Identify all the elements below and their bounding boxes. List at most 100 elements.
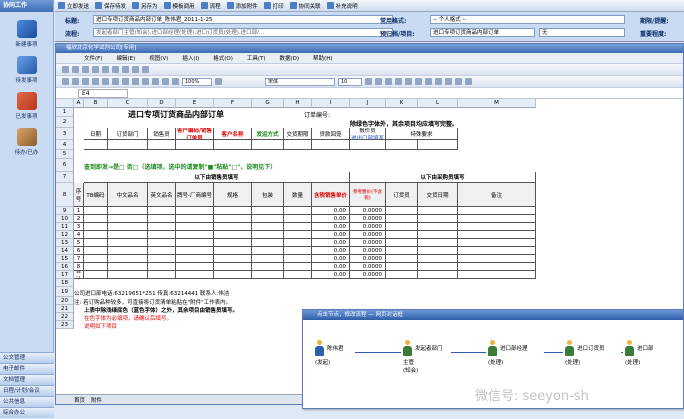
data-cell[interactable] — [386, 255, 418, 263]
data-cell[interactable] — [284, 255, 312, 263]
row-header[interactable]: 13 — [56, 239, 74, 247]
send-now-button[interactable]: 立即发送 — [58, 2, 89, 10]
data-cell[interactable] — [386, 271, 418, 279]
data-cell[interactable] — [284, 215, 312, 223]
data-cell[interactable] — [148, 239, 176, 247]
data-cell[interactable]: 0.0000 — [350, 207, 386, 215]
data-cell[interactable] — [386, 247, 418, 255]
data-cell[interactable] — [84, 239, 108, 247]
sort-icon[interactable] — [162, 78, 169, 85]
data-cell[interactable] — [148, 255, 176, 263]
input-cell[interactable] — [252, 140, 284, 150]
data-cell[interactable] — [108, 239, 148, 247]
data-cell[interactable] — [176, 239, 214, 247]
nav-bottom-item[interactable]: 公文管理 — [0, 352, 54, 363]
spell-icon[interactable] — [112, 78, 119, 85]
percent-icon[interactable] — [435, 78, 442, 85]
nav-item-sent[interactable]: 已发事项 — [0, 92, 53, 120]
paste-icon[interactable] — [142, 78, 149, 85]
supplement-button[interactable]: 补充说明 — [326, 2, 358, 10]
underline-icon[interactable] — [385, 78, 392, 85]
column-header[interactable]: J — [350, 99, 386, 108]
input-cell[interactable] — [148, 140, 176, 150]
data-cell[interactable] — [108, 223, 148, 231]
data-cell[interactable]: 0.0000 — [350, 239, 386, 247]
nav-item-todo[interactable]: 待办/已办 — [0, 128, 53, 156]
workflow-node[interactable]: 进口订货员 (处理) — [565, 340, 605, 366]
row-header[interactable]: 9 — [56, 207, 74, 215]
data-cell[interactable] — [84, 247, 108, 255]
data-cell[interactable] — [458, 271, 536, 279]
menu-file[interactable]: 文件(F) — [84, 54, 102, 62]
data-cell[interactable] — [214, 223, 252, 231]
data-cell[interactable] — [176, 207, 214, 215]
data-cell[interactable]: 0.00 — [312, 223, 350, 231]
template-button[interactable]: 模板调用 — [163, 2, 195, 10]
row-header[interactable]: 14 — [56, 247, 74, 255]
row-header[interactable]: 16 — [56, 263, 74, 271]
redo-icon[interactable] — [142, 66, 149, 73]
save-draft-button[interactable]: 保存待发 — [95, 2, 126, 10]
row-header[interactable]: 5 — [56, 150, 74, 159]
row-header[interactable]: 22 — [56, 313, 74, 321]
data-cell[interactable] — [84, 223, 108, 231]
data-cell[interactable] — [418, 255, 458, 263]
data-cell[interactable]: 0.0000 — [350, 215, 386, 223]
row-header[interactable]: 15 — [56, 255, 74, 263]
workflow-node[interactable]: 发起者部门 主管 (知会) — [403, 340, 443, 374]
fill-color-icon[interactable] — [455, 78, 462, 85]
copy-icon[interactable] — [112, 66, 119, 73]
data-cell[interactable] — [214, 239, 252, 247]
workflow-node[interactable]: 进口部经理 (处理) — [488, 340, 528, 366]
data-cell[interactable] — [418, 271, 458, 279]
data-cell[interactable] — [284, 207, 312, 215]
attach-button[interactable]: 添加附件 — [226, 2, 258, 10]
row-header[interactable]: 17 — [56, 271, 74, 279]
data-cell[interactable] — [84, 215, 108, 223]
chart-icon[interactable] — [172, 78, 179, 85]
row-header[interactable]: 7 — [56, 172, 74, 183]
column-header[interactable]: A — [74, 99, 84, 108]
data-cell[interactable] — [252, 271, 284, 279]
menu-help[interactable]: 帮助(H) — [313, 54, 332, 62]
column-header[interactable]: B — [84, 99, 108, 108]
input-cell[interactable] — [84, 140, 108, 150]
data-cell[interactable] — [148, 271, 176, 279]
data-cell[interactable] — [284, 271, 312, 279]
data-cell[interactable]: 0.0000 — [350, 223, 386, 231]
size-select[interactable]: 10 — [338, 77, 362, 86]
row-header[interactable]: 4 — [56, 140, 74, 150]
data-cell[interactable] — [458, 263, 536, 271]
data-cell[interactable]: 0.0000 — [350, 263, 386, 271]
menu-tools[interactable]: 工具(T) — [247, 54, 266, 62]
data-cell[interactable] — [284, 247, 312, 255]
row-header[interactable]: 20 — [56, 297, 74, 305]
data-cell[interactable] — [458, 231, 536, 239]
data-cell[interactable] — [84, 271, 108, 279]
name-box[interactable]: E4 — [78, 88, 128, 98]
data-cell[interactable] — [84, 207, 108, 215]
data-cell[interactable] — [148, 263, 176, 271]
menu-format[interactable]: 格式(O) — [213, 54, 233, 62]
data-cell[interactable] — [284, 231, 312, 239]
data-cell[interactable] — [252, 207, 284, 215]
data-cell[interactable] — [214, 263, 252, 271]
new-icon[interactable] — [62, 66, 69, 73]
undo-icon[interactable] — [132, 66, 139, 73]
data-cell[interactable] — [418, 231, 458, 239]
data-cell[interactable]: 0.0000 — [350, 271, 386, 279]
data-cell[interactable]: 0.00 — [312, 263, 350, 271]
open-icon[interactable] — [72, 66, 79, 73]
data-cell[interactable] — [176, 223, 214, 231]
open-icon[interactable] — [72, 78, 79, 85]
sheet-tab-attachment[interactable]: 附件 — [91, 396, 102, 404]
data-cell[interactable] — [176, 271, 214, 279]
row-header[interactable]: 18 — [56, 279, 74, 287]
data-cell[interactable] — [148, 231, 176, 239]
data-cell[interactable] — [108, 263, 148, 271]
cut-icon[interactable] — [122, 78, 129, 85]
data-cell[interactable]: 0.00 — [312, 215, 350, 223]
data-cell[interactable] — [214, 255, 252, 263]
print-button[interactable]: 打印 — [263, 2, 284, 10]
row-header[interactable]: 2 — [56, 117, 74, 128]
